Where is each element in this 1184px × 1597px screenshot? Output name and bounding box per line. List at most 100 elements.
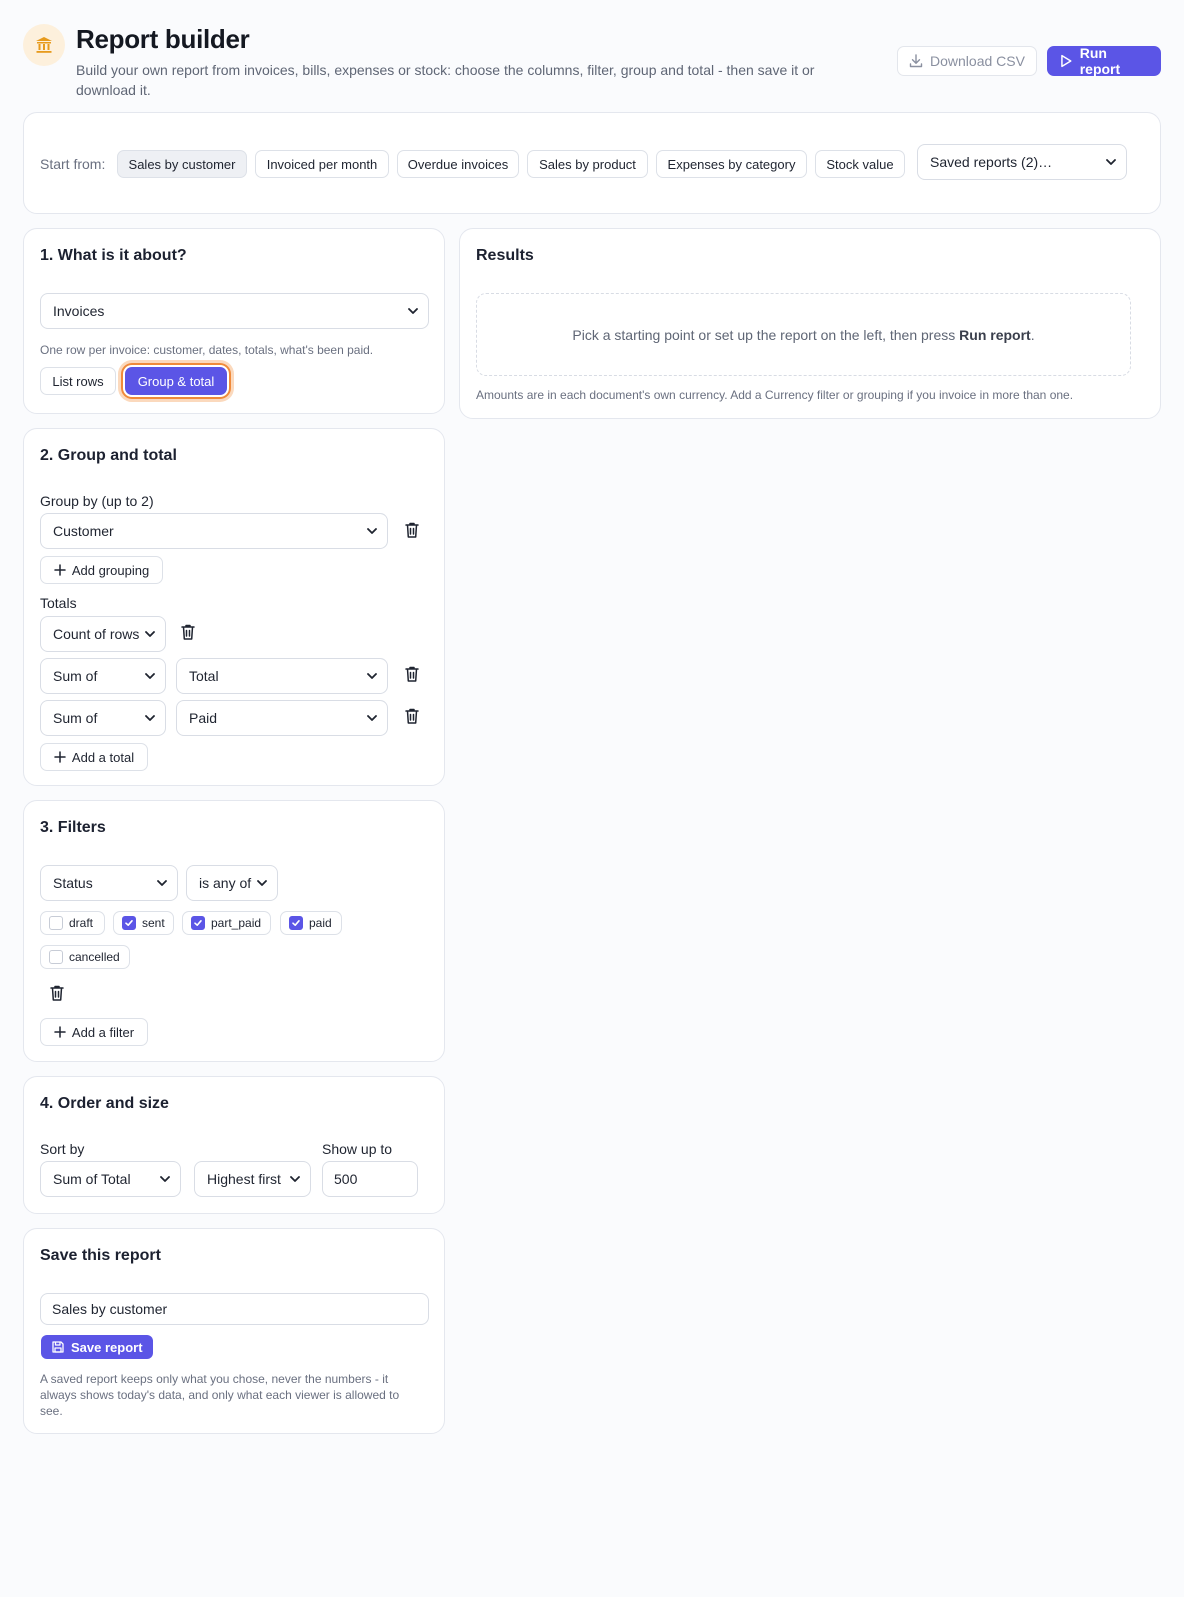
source-value: Invoices	[53, 303, 105, 319]
checkbox[interactable]	[191, 916, 205, 930]
check-icon	[125, 920, 133, 926]
sort-direction-select[interactable]: Highest first	[194, 1161, 311, 1197]
preset-overdue-invoices[interactable]: Overdue invoices	[397, 150, 519, 178]
download-csv-button[interactable]: Download CSV	[897, 46, 1037, 76]
section-group-total: 2. Group and total Group by (up to 2) Cu…	[23, 428, 445, 786]
checkbox[interactable]	[289, 916, 303, 930]
total-agg-value: Sum of	[53, 668, 98, 684]
results-panel: Results Pick a starting point or set up …	[459, 228, 1161, 419]
plus-icon	[54, 751, 66, 763]
bank-icon	[23, 24, 65, 66]
group-by-label: Group by (up to 2)	[40, 493, 154, 509]
chevron-down-icon	[1106, 159, 1116, 165]
run-report-button[interactable]: Run report	[1047, 45, 1161, 77]
add-filter-button[interactable]: Add a filter	[40, 1018, 148, 1046]
total-agg-select[interactable]: Sum of	[40, 700, 166, 736]
add-total-label: Add a total	[71, 749, 135, 765]
plus-icon	[54, 564, 66, 576]
preset-sales-by-product[interactable]: Sales by product	[527, 150, 648, 178]
total-agg-value: Count of rows	[53, 626, 140, 642]
total-field-value: Paid	[189, 710, 218, 726]
total-agg-value: Sum of	[53, 710, 98, 726]
preset-expenses-by-category[interactable]: Expenses by category	[656, 150, 807, 178]
filter-option-label: part_paid	[211, 916, 262, 930]
chevron-down-icon	[367, 673, 377, 679]
report-name-input[interactable]: Sales by customer	[40, 1293, 429, 1325]
filter-option-label: paid	[309, 916, 332, 930]
checkbox[interactable]	[122, 916, 136, 930]
page-title: Report builder	[76, 24, 250, 54]
filter-option-cancelled[interactable]: cancelled	[40, 945, 130, 969]
add-grouping-label: Add grouping	[71, 562, 150, 578]
section-filters: 3. Filters Status is any of draft sent p…	[23, 800, 445, 1062]
checkbox[interactable]	[49, 950, 63, 964]
section-group-total-title: 2. Group and total	[40, 447, 177, 464]
total-field-select[interactable]: Total	[176, 658, 388, 694]
section-order-size: 4. Order and size Sort by Show up to Sum…	[23, 1076, 445, 1214]
saved-reports-select[interactable]: Saved reports (2)…	[917, 144, 1127, 180]
total-agg-select[interactable]: Sum of	[40, 658, 166, 694]
trash-icon[interactable]	[49, 984, 65, 1002]
sort-direction-value: Highest first	[207, 1171, 281, 1187]
check-icon	[292, 920, 300, 926]
show-up-to-label: Show up to	[322, 1141, 393, 1157]
trash-icon[interactable]	[180, 623, 196, 641]
currency-note: Amounts are in each document's own curre…	[476, 388, 1074, 402]
preset-sales-by-customer[interactable]: Sales by customer	[117, 150, 247, 178]
section-source: 1. What is it about? Invoices One row pe…	[23, 228, 445, 414]
add-total-button[interactable]: Add a total	[40, 743, 148, 771]
save-report-button[interactable]: Save report	[41, 1335, 153, 1359]
filter-option-part-paid[interactable]: part_paid	[182, 911, 271, 935]
group-by-select[interactable]: Customer	[40, 513, 388, 549]
preset-invoiced-per-month[interactable]: Invoiced per month	[255, 150, 389, 178]
totals-label: Totals	[40, 595, 77, 611]
sort-field-value: Sum of Total	[53, 1171, 131, 1187]
row-limit-input[interactable]: 500	[322, 1161, 418, 1197]
save-icon	[52, 1341, 64, 1353]
run-report-label: Run report	[1079, 45, 1121, 77]
chevron-down-icon	[145, 631, 155, 637]
sort-field-select[interactable]: Sum of Total	[40, 1161, 181, 1197]
results-empty-state: Pick a starting point or set up the repo…	[476, 293, 1131, 376]
total-field-select[interactable]: Paid	[176, 700, 388, 736]
total-agg-select[interactable]: Count of rows	[40, 616, 166, 652]
add-grouping-button[interactable]: Add grouping	[40, 556, 163, 584]
mode-list-rows-button[interactable]: List rows	[40, 367, 116, 395]
filter-field-value: Status	[53, 875, 93, 891]
chevron-down-icon	[157, 880, 167, 886]
chevron-down-icon	[257, 880, 267, 886]
filter-option-sent[interactable]: sent	[113, 911, 174, 935]
results-title: Results	[476, 247, 534, 264]
run-report-hint: Run report	[959, 326, 1031, 343]
filter-option-paid[interactable]: paid	[280, 911, 342, 935]
chevron-down-icon	[290, 1176, 300, 1182]
group-by-value: Customer	[53, 523, 114, 539]
filter-operator-value: is any of	[199, 875, 252, 891]
page-subtitle: Build your own report from invoices, bil…	[76, 62, 815, 98]
add-filter-label: Add a filter	[71, 1024, 135, 1040]
chevron-down-icon	[145, 715, 155, 721]
filter-operator-select[interactable]: is any of	[186, 865, 278, 901]
page-header: Report builder Build your own report fro…	[23, 24, 1161, 104]
chevron-down-icon	[160, 1176, 170, 1182]
chevron-down-icon	[367, 715, 377, 721]
preset-stock-value[interactable]: Stock value	[815, 150, 905, 178]
chevron-down-icon	[367, 528, 377, 534]
filter-field-select[interactable]: Status	[40, 865, 178, 901]
section-source-title: 1. What is it about?	[40, 247, 187, 264]
source-select[interactable]: Invoices	[40, 293, 429, 329]
filter-option-label: sent	[142, 916, 165, 930]
play-icon	[1061, 54, 1072, 68]
section-order-size-title: 4. Order and size	[40, 1095, 169, 1112]
filter-option-draft[interactable]: draft	[40, 911, 105, 935]
results-empty-text: Pick a starting point or set up the repo…	[572, 326, 1035, 343]
saved-reports-value: Saved reports (2)…	[930, 154, 1053, 170]
mode-group-total-button[interactable]: Group & total	[125, 367, 227, 395]
start-from-bar: Start from: Sales by customer Invoiced p…	[23, 112, 1161, 214]
filter-option-label: cancelled	[69, 950, 120, 964]
trash-icon[interactable]	[404, 521, 420, 539]
trash-icon[interactable]	[404, 707, 420, 725]
trash-icon[interactable]	[404, 665, 420, 683]
start-from-label: Start from:	[40, 156, 106, 172]
checkbox[interactable]	[49, 916, 63, 930]
